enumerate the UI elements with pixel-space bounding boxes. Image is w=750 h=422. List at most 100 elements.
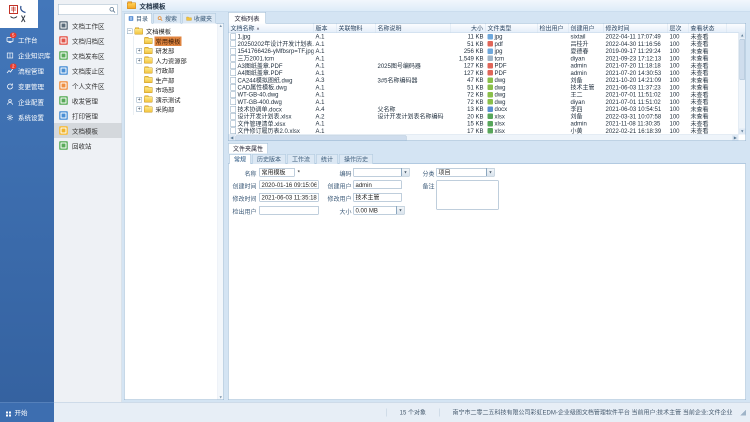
properties-tab-4[interactable]: 操作历史 (339, 154, 373, 164)
applist-item-recycle-bin[interactable]: 回收站 (54, 138, 122, 153)
remark-field[interactable] (437, 181, 499, 210)
expand-toggle-icon[interactable]: + (137, 58, 143, 64)
scroll-down-icon[interactable]: ▼ (739, 129, 746, 135)
sidebar-item-knowledge[interactable]: 企业知识库 (0, 48, 54, 64)
file-type-icon (488, 70, 494, 76)
favorites-tab-icon (186, 16, 192, 22)
tree-node[interactable]: +研发部 (137, 46, 218, 56)
table-row[interactable]: 20250202年设计开发计划表...A.151 KBpdf吕桂升2022-04… (229, 40, 739, 47)
column-header-type[interactable]: 文件类型 (486, 24, 538, 33)
cell-ver: A.1 (314, 62, 337, 69)
applist-item-doc-publish[interactable]: 文档发布区 (54, 48, 122, 63)
table-horizontal-scrollbar[interactable]: ◀ ▶ (229, 135, 739, 141)
size-field[interactable] (354, 206, 397, 215)
cell-type: xlsx (486, 120, 538, 127)
applist-item-print-manage[interactable]: 打印管理 (54, 108, 122, 123)
code-field[interactable] (354, 168, 402, 177)
expand-toggle-icon[interactable]: + (137, 107, 143, 113)
collapse-toggle-icon[interactable]: − (127, 29, 133, 35)
expand-toggle-icon[interactable]: + (137, 97, 143, 103)
scroll-down-icon[interactable]: ▼ (219, 395, 223, 400)
scroll-thumb[interactable] (236, 136, 407, 142)
sidebar-item-process[interactable]: 2流程管理 (0, 63, 54, 79)
tree-node[interactable]: +人力资源部 (137, 56, 218, 66)
tree-node[interactable]: 常用模板 (137, 36, 218, 46)
size-dropdown-button[interactable]: ▼ (397, 206, 405, 215)
column-header-name[interactable]: 文档名称▲ (229, 24, 314, 33)
checkout-user-field[interactable] (260, 206, 319, 215)
cell-type: dwg (486, 98, 538, 105)
column-header-level[interactable]: 层次 (668, 24, 689, 33)
sidebar-item-system-settings[interactable]: 系统设置 (0, 110, 54, 126)
create-user-field[interactable] (354, 181, 402, 190)
name-field[interactable] (260, 168, 295, 177)
expand-toggle-icon[interactable]: + (137, 48, 143, 54)
properties-tab-0[interactable]: 常规 (229, 154, 251, 164)
cell-text: A.1 (316, 62, 325, 69)
tree-root-node[interactable]: −文档模板 (127, 27, 218, 37)
tree-node[interactable]: 行政部 (137, 66, 218, 76)
applist-item-doc-archive[interactable]: 文档归档区 (54, 33, 122, 48)
column-header-size[interactable]: 大小 (451, 24, 486, 33)
column-header-creator[interactable]: 创建用户 (569, 24, 604, 33)
applist-item-doc-abolish[interactable]: 文档废止区 (54, 63, 122, 78)
scroll-right-icon[interactable]: ▶ (732, 135, 739, 141)
category-field[interactable] (437, 168, 487, 177)
scroll-left-icon[interactable]: ◀ (229, 135, 236, 141)
column-header-mtime[interactable]: 修改时间 (604, 24, 668, 33)
tree-scrollbar[interactable]: ▲ ▼ (218, 24, 224, 400)
modify-time-field[interactable] (260, 193, 319, 202)
properties-tab-2[interactable]: 工作流 (287, 154, 315, 164)
resize-grip-icon[interactable] (740, 409, 747, 416)
code-dropdown-button[interactable]: ▼ (402, 168, 410, 177)
tree-node[interactable]: +采购部 (137, 105, 218, 115)
tab-doc-list[interactable]: 文档列表 (228, 12, 266, 24)
tab-folder-properties[interactable]: 文件夹属性 (228, 143, 268, 154)
scroll-up-icon[interactable]: ▲ (219, 24, 223, 29)
scroll-thumb[interactable] (740, 39, 746, 80)
properties-tab-1[interactable]: 历史版本 (252, 154, 286, 164)
cell-text: 2021-06-03 10:54:51 (606, 106, 662, 113)
create-time-field[interactable] (260, 181, 319, 190)
file-type-icon (488, 63, 494, 69)
applist-item-doc-template[interactable]: 文档模板 (54, 123, 122, 138)
column-header-ver[interactable]: 版本 (314, 24, 337, 33)
tree-tab-label: 搜索 (165, 14, 177, 23)
cell-level: 100 (668, 113, 689, 120)
column-header-status[interactable]: 查看状态 (689, 24, 727, 33)
folder-icon (144, 38, 153, 44)
tree-tab-label: 目录 (136, 14, 148, 23)
sidebar-item-workbench[interactable]: 5工作台 (0, 32, 54, 48)
remark-label: 备注 (413, 182, 435, 191)
tree-tab-favorites[interactable]: 收藏夹 (182, 13, 216, 24)
sidebar-item-company-config[interactable]: 企业配置 (0, 94, 54, 110)
column-header-checkout[interactable]: 检出用户 (538, 24, 569, 33)
table-row[interactable]: CAD属性模板.dwgA.151 KBdwg技术主管2021-06-03 11:… (229, 84, 739, 91)
applist-item-personal-files[interactable]: 个人文件区 (54, 78, 122, 93)
modify-user-field[interactable] (354, 193, 402, 202)
applist-item-send-receive[interactable]: 收发管理 (54, 93, 122, 108)
tree-tab-search[interactable]: 搜索 (153, 13, 181, 24)
table-vertical-scrollbar[interactable]: ▲ ▼ (739, 33, 746, 135)
column-header-desc[interactable]: 名称说明 (376, 24, 451, 33)
app-logo-icon (9, 4, 30, 24)
scroll-up-icon[interactable]: ▲ (739, 33, 746, 39)
category-dropdown-button[interactable]: ▼ (487, 168, 495, 177)
folder-icon (127, 3, 136, 10)
table-row[interactable]: 文件修订履历表2.0.xlsxA.117 KBxlsx小黄2022-02-21 … (229, 127, 739, 134)
applist-item-doc-workspace[interactable]: 文档工作区 (54, 18, 122, 33)
table-row[interactable]: WT-GB-40.dwgA.172 KBdwg王二2021-07-01 11:5… (229, 91, 739, 98)
cell-size: 13 KB (451, 106, 486, 113)
tree-tab-catalog[interactable]: 目录 (124, 13, 152, 24)
cell-text: 100 (670, 62, 680, 69)
column-header-mat[interactable]: 关联物料 (337, 24, 376, 33)
category-label: 分类 (413, 170, 435, 179)
tree-node[interactable]: +演示测试 (137, 95, 218, 105)
tree-node[interactable]: 市场部 (137, 85, 218, 95)
start-button[interactable]: 开始 (0, 402, 54, 422)
tree-node[interactable]: 生产部 (137, 75, 218, 85)
properties-tab-3[interactable]: 统计 (316, 154, 338, 164)
sidebar-item-change[interactable]: 变更管理 (0, 79, 54, 95)
sidebar-item-label: 流程管理 (18, 66, 44, 76)
search-icon[interactable] (109, 6, 117, 14)
